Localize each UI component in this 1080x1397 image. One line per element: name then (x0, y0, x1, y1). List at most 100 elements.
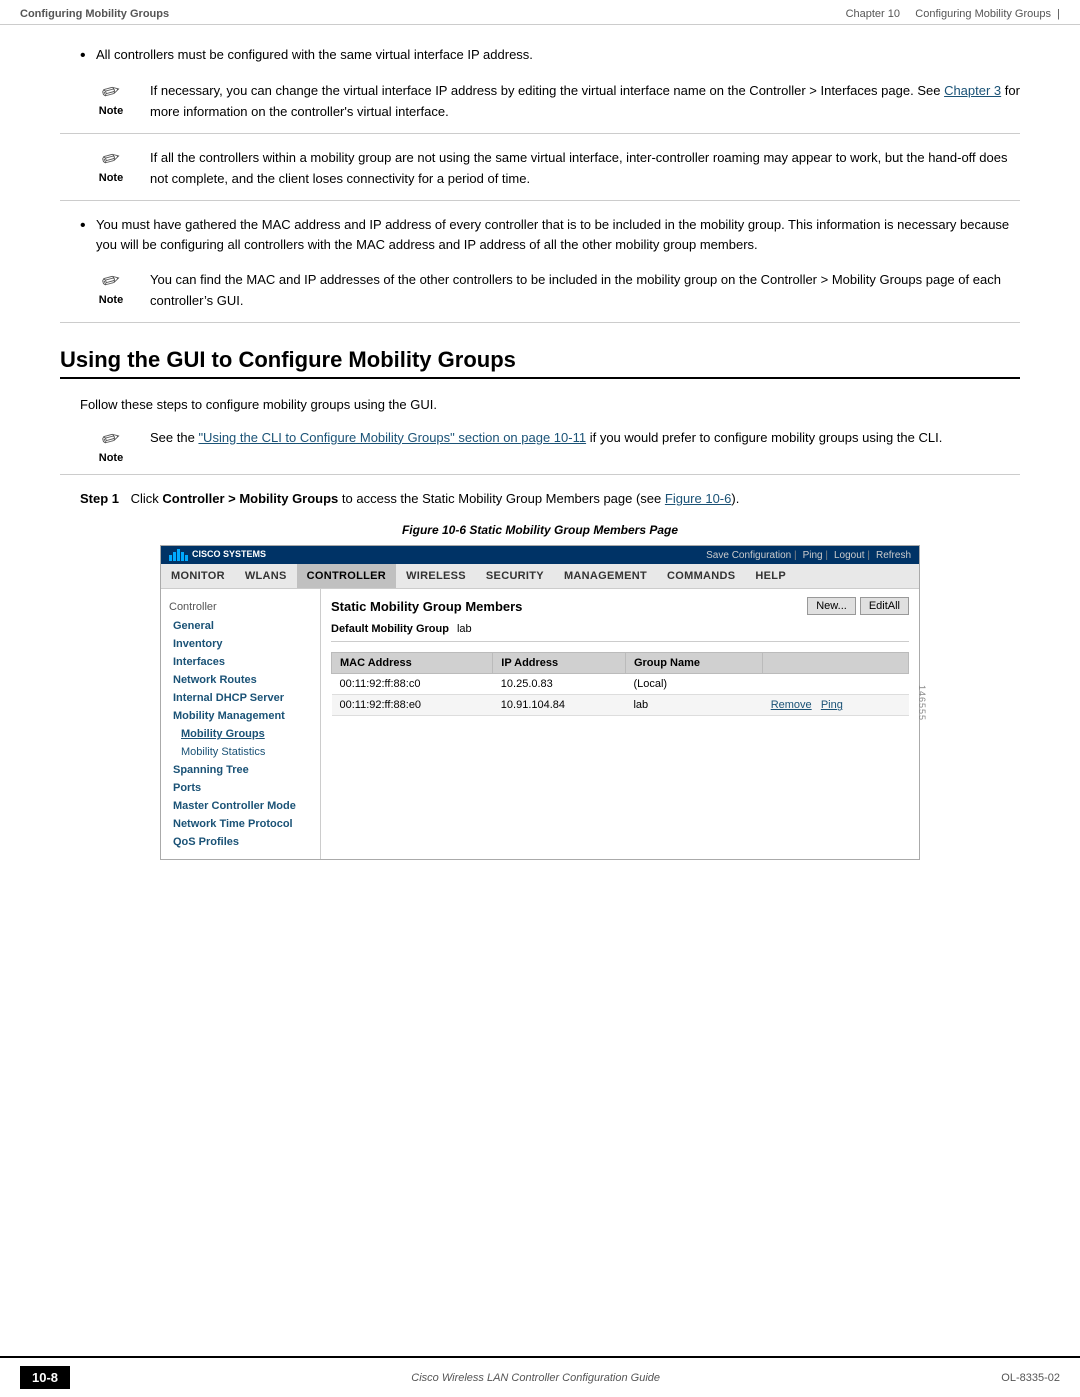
note-4-link[interactable]: "Using the CLI to Configure Mobility Gro… (198, 430, 586, 445)
ss-logo-text: CISCO SYSTEMS (192, 550, 266, 560)
footer-page-number: 10-8 (20, 1366, 70, 1389)
note-4-label: Note (99, 452, 123, 464)
ss-btn-new[interactable]: New... (807, 597, 856, 615)
ss-sidebar-dhcp[interactable]: Internal DHCP Server (161, 689, 320, 707)
page-header: Configuring Mobility Groups Chapter 10 C… (0, 0, 1080, 25)
ss-sidebar-general[interactable]: General (161, 617, 320, 635)
step-1-container: Step 1 Click Controller > Mobility Group… (60, 489, 1020, 510)
ss-sidebar: Controller General Inventory Interfaces … (161, 589, 321, 859)
note-4: ✏ Note See the "Using the CLI to Configu… (60, 428, 1020, 475)
ss-btn-group: New... EditAll (807, 597, 909, 615)
note-pen-icon-2: ✏ (99, 146, 123, 172)
note-pen-icon-3: ✏ (99, 268, 123, 294)
ss-row2-group: lab (625, 695, 762, 716)
ss-col-mac: MAC Address (332, 653, 493, 674)
ss-topbar-right: Save Configuration Ping Logout Refresh (706, 550, 911, 561)
ss-sidebar-network-routes[interactable]: Network Routes (161, 671, 320, 689)
ss-sidebar-header: Controller (161, 597, 320, 617)
note-2: ✏ Note If all the controllers within a m… (60, 148, 1020, 201)
ss-logout[interactable]: Logout (834, 550, 870, 561)
ss-sidebar-interfaces[interactable]: Interfaces (161, 653, 320, 671)
note-1-icon-area: ✏ Note (80, 81, 150, 117)
ss-sidebar-inventory[interactable]: Inventory (161, 635, 320, 653)
bar-4 (181, 552, 184, 561)
ss-nav-security[interactable]: SECURITY (476, 564, 554, 588)
bullet-item-2: • You must have gathered the MAC address… (60, 215, 1020, 257)
table-row: 00:11:92:ff:88:e0 10.91.104.84 lab Remov… (332, 695, 909, 716)
header-chapter-title: Configuring Mobility Groups (915, 8, 1051, 20)
ss-table: MAC Address IP Address Group Name 00:11:… (331, 652, 909, 716)
ss-row2-mac: 00:11:92:ff:88:e0 (332, 695, 493, 716)
ss-sidebar-ports[interactable]: Ports (161, 779, 320, 797)
screenshot-wrapper: CISCO SYSTEMS Save Configuration Ping Lo… (160, 545, 920, 860)
ss-nav-management[interactable]: MANAGEMENT (554, 564, 657, 588)
ss-sidebar-ntp[interactable]: Network Time Protocol (161, 815, 320, 833)
ss-nav-help[interactable]: HELP (745, 564, 796, 588)
ss-sidebar-mobility-groups[interactable]: Mobility Groups (161, 725, 320, 743)
table-row: 00:11:92:ff:88:c0 10.25.0.83 (Local) (332, 674, 909, 695)
bullet-dot-1: • (80, 45, 96, 67)
ss-row2-ip: 10.91.104.84 (493, 695, 626, 716)
figure-number: 146555 (917, 685, 927, 721)
footer-center-text: Cisco Wireless LAN Controller Configurat… (411, 1372, 660, 1384)
ss-sidebar-qos[interactable]: QoS Profiles (161, 833, 320, 851)
note-2-text: If all the controllers within a mobility… (150, 148, 1020, 190)
bullet-text-2: You must have gathered the MAC address a… (96, 215, 1020, 257)
step-1-link[interactable]: Figure 10-6 (665, 491, 731, 506)
header-breadcrumb: Configuring Mobility Groups (20, 8, 169, 20)
ss-row1-mac: 00:11:92:ff:88:c0 (332, 674, 493, 695)
ss-sidebar-spanning-tree[interactable]: Spanning Tree (161, 761, 320, 779)
ss-row2-actions: Remove Ping (763, 695, 909, 716)
ss-sidebar-mobility-mgmt[interactable]: Mobility Management (161, 707, 320, 725)
ss-content-area: Static Mobility Group Members New... Edi… (321, 589, 919, 859)
ss-sidebar-mobility-stats[interactable]: Mobility Statistics (161, 743, 320, 761)
ss-btn-editall[interactable]: EditAll (860, 597, 909, 615)
ss-sidebar-master-ctrl[interactable]: Master Controller Mode (161, 797, 320, 815)
ss-nav-controller[interactable]: CONTROLLER (297, 564, 396, 588)
ss-col-actions (763, 653, 909, 674)
figure-caption: Figure 10-6 Static Mobility Group Member… (60, 523, 1020, 537)
ss-nav-commands[interactable]: COMMANDS (657, 564, 745, 588)
note-3-text: You can find the MAC and IP addresses of… (150, 270, 1020, 312)
ss-default-group: Default Mobility Group lab (331, 623, 909, 642)
note-pen-icon-1: ✏ (99, 79, 123, 105)
note-2-label: Note (99, 172, 123, 184)
ss-refresh[interactable]: Refresh (876, 550, 911, 561)
ss-nav-monitor[interactable]: MONITOR (161, 564, 235, 588)
step-1-label: Step 1 (80, 491, 119, 506)
ss-col-group: Group Name (625, 653, 762, 674)
step-1-bold: Controller > Mobility Groups (162, 491, 338, 506)
step-1-text: Click Controller > Mobility Groups to ac… (131, 491, 740, 506)
page-footer: 10-8 Cisco Wireless LAN Controller Confi… (0, 1356, 1080, 1397)
ss-nav-wlans[interactable]: WLANs (235, 564, 297, 588)
note-1: ✏ Note If necessary, you can change the … (60, 81, 1020, 134)
footer-right-text: OL-8335-02 (1001, 1372, 1060, 1384)
ss-topbar: CISCO SYSTEMS Save Configuration Ping Lo… (161, 546, 919, 564)
ss-default-group-value: lab (457, 623, 472, 635)
ss-table-header-row: MAC Address IP Address Group Name (332, 653, 909, 674)
bar-3 (177, 549, 180, 561)
note-3-label: Note (99, 294, 123, 306)
ss-ping-link[interactable]: Ping (821, 699, 843, 711)
ss-ping[interactable]: Ping (803, 550, 828, 561)
ss-content-title: Static Mobility Group Members (331, 599, 522, 614)
main-content: • All controllers must be configured wit… (0, 25, 1080, 880)
ss-remove-link[interactable]: Remove (771, 699, 812, 711)
header-chapter: Chapter 10 Configuring Mobility Groups | (846, 8, 1060, 20)
note-pen-icon-4: ✏ (99, 426, 123, 452)
ss-navbar: MONITOR WLANs CONTROLLER WIRELESS SECURI… (161, 564, 919, 589)
note-4-text: See the "Using the CLI to Configure Mobi… (150, 428, 1020, 449)
note-1-label: Note (99, 105, 123, 117)
ss-logo: CISCO SYSTEMS (169, 549, 266, 561)
ss-main-layout: Controller General Inventory Interfaces … (161, 589, 919, 859)
ss-logo-line1: CISCO SYSTEMS (192, 550, 266, 560)
note-1-link[interactable]: Chapter 3 (944, 83, 1001, 98)
ss-nav-wireless[interactable]: WIRELESS (396, 564, 476, 588)
header-chapter-num: Chapter 10 (846, 8, 900, 20)
bar-1 (169, 555, 172, 561)
bullet-text-1: All controllers must be configured with … (96, 45, 533, 67)
ss-save-config[interactable]: Save Configuration (706, 550, 796, 561)
screenshot: CISCO SYSTEMS Save Configuration Ping Lo… (160, 545, 920, 860)
bar-2 (173, 552, 176, 561)
bar-5 (185, 555, 188, 561)
